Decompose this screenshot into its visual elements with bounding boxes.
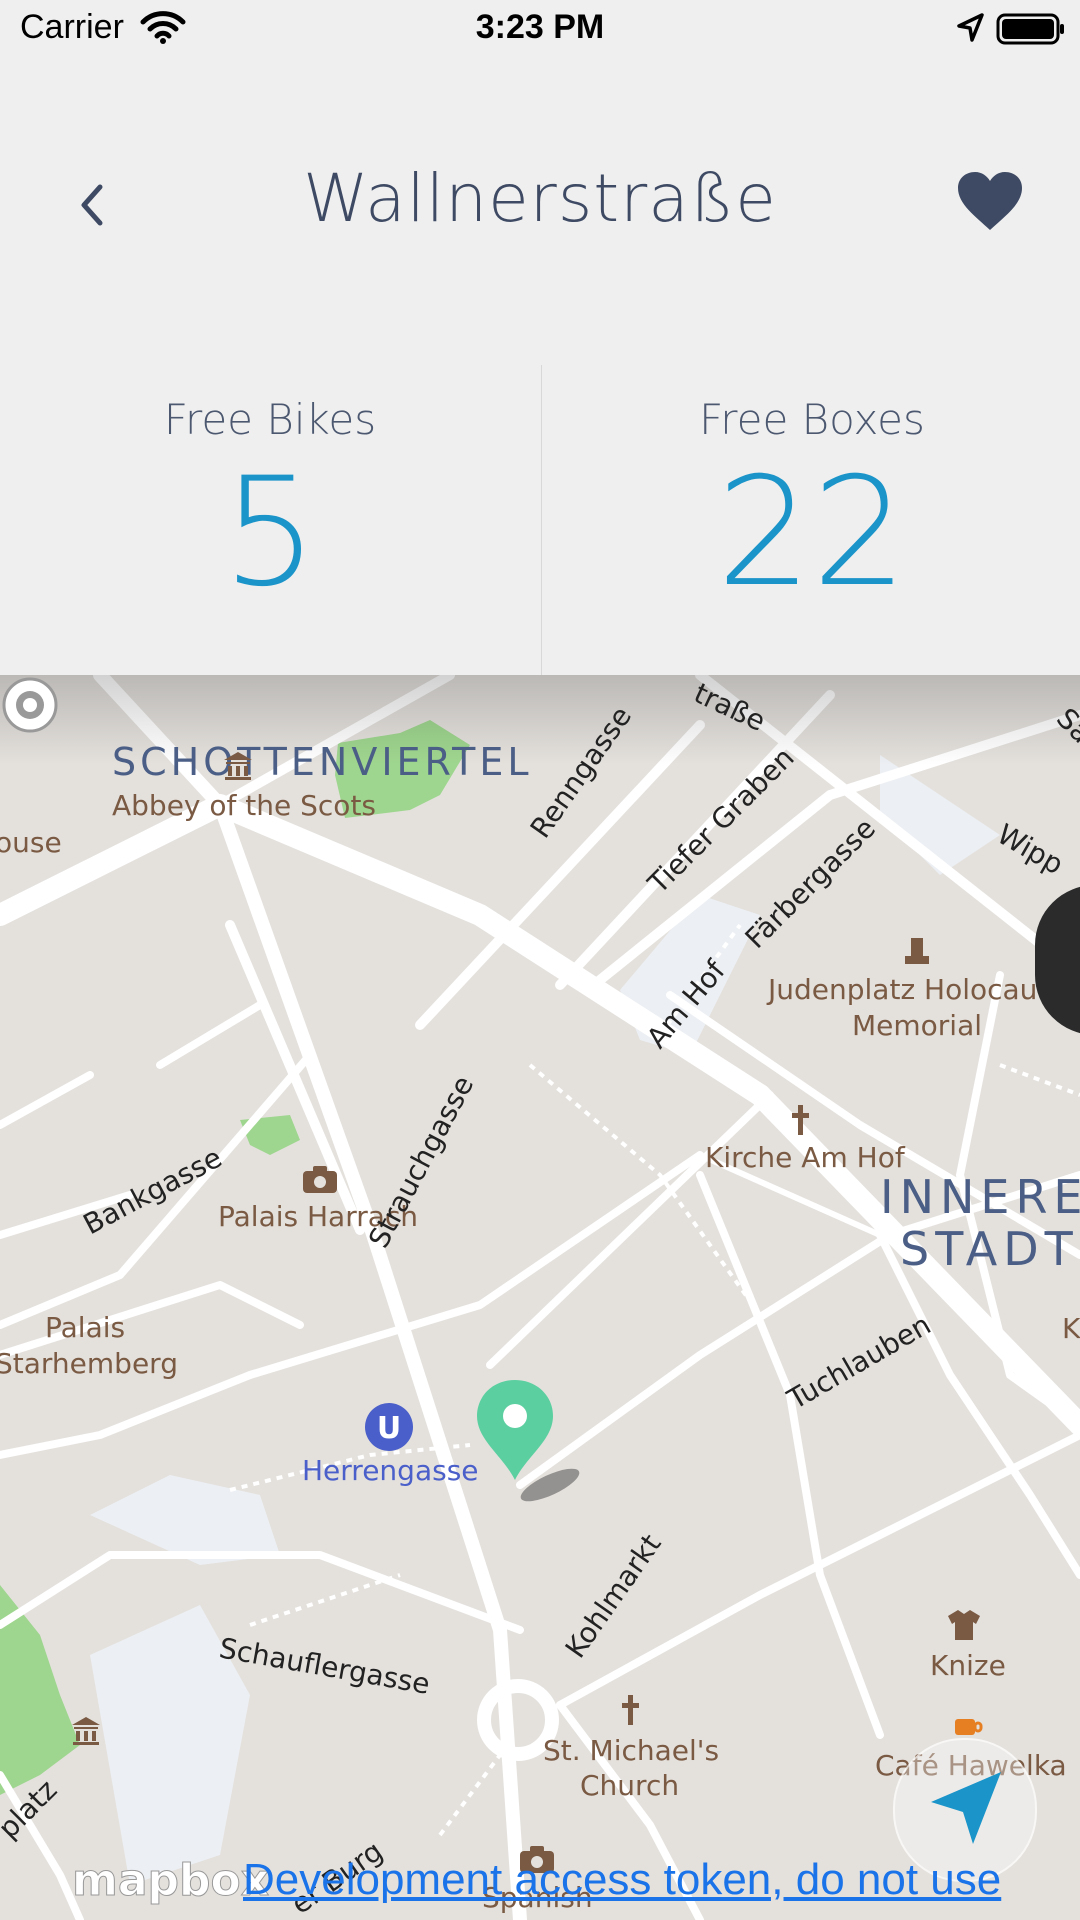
street-label: Schauflergasse: [217, 1631, 433, 1700]
memorial-icon: [905, 938, 929, 964]
clothing-icon: [948, 1610, 980, 1640]
free-bikes-stat: Free Bikes 5: [0, 365, 540, 608]
free-bikes-label: Free Bikes: [163, 395, 377, 444]
mapbox-logo-text: mapbox: [71, 1855, 270, 1907]
battery-icon: [996, 13, 1064, 45]
free-boxes-stat: Free Boxes 22: [542, 365, 1080, 608]
free-bikes-value: 5: [222, 446, 318, 620]
district-label: INNERE: [880, 1170, 1080, 1224]
station-title: Wallnerstraße: [303, 160, 777, 237]
street-label: Kohlmarkt: [559, 1528, 668, 1664]
free-boxes-value: 22: [716, 446, 908, 620]
poi-label: Kirche Am Hof: [705, 1141, 906, 1174]
station-map[interactable]: SCHOTTENVIERTEL INNERE STADT Abbey of th…: [0, 675, 1080, 1920]
metro-station-label: Herrengasse: [302, 1454, 479, 1487]
station-stats: Free Bikes 5 Free Boxes 22: [0, 365, 1080, 675]
district-label: STADT: [900, 1222, 1079, 1276]
poi-label: Judenplatz Holocau: [766, 973, 1037, 1006]
status-time: 3:23 PM: [475, 8, 605, 46]
poi-label: Palais: [45, 1311, 125, 1344]
status-bar: Carrier 3:23 PM: [0, 0, 1080, 60]
mapbox-logo-icon[interactable]: [0, 675, 60, 735]
location-arrow-icon: [957, 13, 984, 42]
favorite-button[interactable]: [955, 170, 1025, 234]
street-label: Wipp: [992, 817, 1069, 881]
street-label: Bankgasse: [78, 1141, 227, 1241]
street-label: Tuchlauben: [781, 1308, 936, 1417]
cross-icon: [622, 1695, 639, 1725]
metro-station-icon: U: [365, 1403, 413, 1451]
station-marker-pin[interactable]: [477, 1380, 583, 1508]
heart-icon: [958, 172, 1022, 230]
museum-icon: [72, 1717, 100, 1745]
map-canvas[interactable]: SCHOTTENVIERTEL INNERE STADT Abbey of th…: [0, 675, 1080, 1920]
poi-label: Starhemberg: [0, 1347, 178, 1380]
poi-label: Knize: [930, 1649, 1006, 1682]
poi-label: Memorial: [852, 1009, 982, 1042]
poi-label: Church: [580, 1769, 679, 1802]
free-boxes-label: Free Boxes: [699, 395, 925, 444]
metro-symbol: U: [377, 1411, 401, 1446]
district-label: SCHOTTENVIERTEL: [112, 740, 533, 784]
poi-label: Abbey of the Scots: [112, 789, 376, 822]
street-label: Strauchgasse: [362, 1070, 480, 1253]
poi-label: K: [1062, 1312, 1080, 1345]
token-warning-link[interactable]: Development access token, do not use: [243, 1855, 1001, 1905]
cafe-icon: [955, 1719, 983, 1735]
poi-label: ouse: [0, 826, 62, 859]
poi-label: St. Michael's: [543, 1734, 719, 1767]
street-label: Färbergasse: [739, 812, 882, 955]
